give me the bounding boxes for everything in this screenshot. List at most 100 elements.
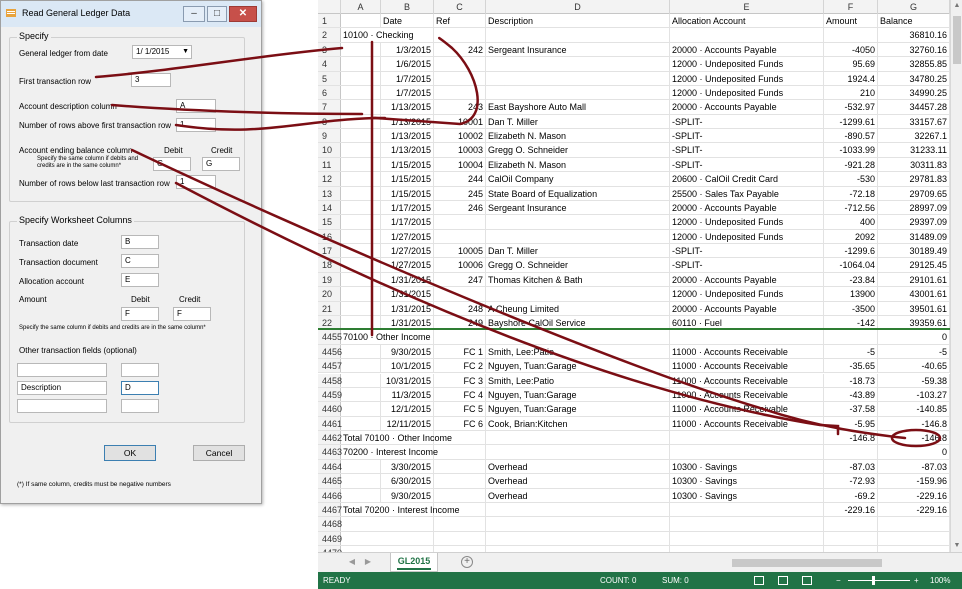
cell[interactable] [434,215,486,229]
cell[interactable]: 1/27/2015 [381,229,434,244]
vertical-scrollbar[interactable]: ▲ ▼ [950,0,962,552]
cell[interactable]: Dan T. Miller [486,244,670,258]
cell[interactable]: -229.16 [878,502,950,517]
row-number[interactable]: 11 [318,157,341,172]
cell[interactable]: 1/31/2015 [381,301,434,315]
cell[interactable] [824,330,878,344]
cell[interactable] [878,531,950,546]
cell[interactable]: 32760.16 [878,42,950,57]
row-number[interactable]: 4461 [318,416,342,430]
cell[interactable]: -890.57 [824,129,878,143]
cell[interactable]: 32267.1 [878,129,950,143]
column-header[interactable]: G [878,0,950,14]
cell[interactable]: 11000 · Accounts Receivable [670,387,824,402]
cell[interactable]: -43.89 [824,387,878,402]
cell[interactable] [670,517,824,531]
page-break-view-icon[interactable] [802,576,812,585]
cell[interactable] [824,445,878,459]
cell[interactable]: 0 [878,445,950,459]
row-number[interactable]: 3 [318,42,341,57]
cell[interactable]: 1/27/2015 [381,258,434,272]
cell[interactable] [341,344,381,359]
cell[interactable]: 246 [434,200,486,215]
cell[interactable]: 1/13/2015 [381,114,434,129]
cell[interactable]: FC 2 [434,359,486,373]
cell[interactable] [341,14,381,28]
cell[interactable] [341,57,381,71]
column-header[interactable]: A [341,0,381,14]
cell[interactable]: 1/6/2015 [381,57,434,71]
other-field-col-3[interactable] [121,399,159,413]
cell[interactable]: 20000 · Accounts Payable [670,200,824,215]
row-number[interactable]: 1 [318,14,341,28]
column-header[interactable]: F [824,0,878,14]
cell[interactable]: Overhead [486,488,670,502]
cell[interactable]: Smith, Lee:Patio [486,344,670,359]
cell[interactable]: 248 [434,301,486,315]
cell[interactable]: -SPLIT- [670,114,824,129]
cell[interactable]: -146.8 [878,416,950,430]
cell[interactable]: Sergeant Insurance [486,42,670,57]
cell[interactable]: 249 [434,315,486,329]
cell[interactable] [670,445,824,459]
row-number[interactable]: 8 [318,114,341,129]
select-all-corner[interactable] [318,0,341,14]
cell[interactable] [486,85,670,100]
cell[interactable]: 70200 · Interest Income [341,445,670,459]
cell[interactable]: 11000 · Accounts Receivable [670,402,824,416]
cell[interactable]: -3500 [824,301,878,315]
column-header[interactable]: B [381,0,434,14]
cell[interactable]: -40.65 [878,359,950,373]
cell[interactable]: Amount [824,14,878,28]
scroll-down-icon[interactable]: ▼ [951,540,962,552]
cell[interactable]: -532.97 [824,100,878,114]
cell[interactable]: -229.16 [824,502,878,517]
cell[interactable]: Elizabeth N. Mason [486,157,670,172]
zoom-out-icon[interactable]: − [836,572,841,589]
cell[interactable]: 10004 [434,157,486,172]
cell[interactable]: Balance [878,14,950,28]
cell[interactable] [341,301,381,315]
cell[interactable]: 29781.83 [878,172,950,186]
cell[interactable] [341,517,670,531]
cell[interactable] [341,143,381,157]
cell[interactable] [341,200,381,215]
cell[interactable] [341,531,670,546]
cell[interactable] [341,114,381,129]
cell[interactable]: -87.03 [824,459,878,474]
cell[interactable] [341,402,381,416]
cell[interactable]: 34990.25 [878,85,950,100]
cell[interactable]: 6/30/2015 [381,474,434,488]
cell[interactable]: 1/13/2015 [381,129,434,143]
cell[interactable]: East Bayshore Auto Mall [486,100,670,114]
other-field-col-2[interactable]: D [121,381,159,395]
cell[interactable]: 0 [878,330,950,344]
cell[interactable]: -146.8 [878,431,950,445]
cell[interactable]: 1/15/2015 [381,157,434,172]
cell[interactable]: Dan T. Miller [486,114,670,129]
cell[interactable] [341,129,381,143]
cell[interactable] [824,517,878,531]
cell[interactable]: 11000 · Accounts Receivable [670,344,824,359]
close-icon[interactable]: ✕ [229,6,257,22]
cell[interactable]: 1/7/2015 [381,85,434,100]
cell[interactable] [486,57,670,71]
cell[interactable]: Overhead [486,474,670,488]
cell[interactable]: -1299.61 [824,114,878,129]
cell[interactable]: -SPLIT- [670,143,824,157]
cell[interactable]: -72.93 [824,474,878,488]
cell[interactable]: 36810.16 [878,28,950,42]
cell[interactable] [434,85,486,100]
cell[interactable]: -72.18 [824,186,878,200]
cell[interactable] [434,474,486,488]
cell[interactable] [341,157,381,172]
cell[interactable]: 20000 · Accounts Payable [670,42,824,57]
cell[interactable]: Elizabeth N. Mason [486,129,670,143]
cell[interactable] [341,215,381,229]
cell[interactable]: -5.95 [824,416,878,430]
cell[interactable]: 10300 · Savings [670,474,824,488]
cell[interactable] [341,359,381,373]
cell[interactable]: 1924.4 [824,71,878,85]
cell[interactable]: 1/31/2015 [381,315,434,329]
cell[interactable]: 1/17/2015 [381,200,434,215]
